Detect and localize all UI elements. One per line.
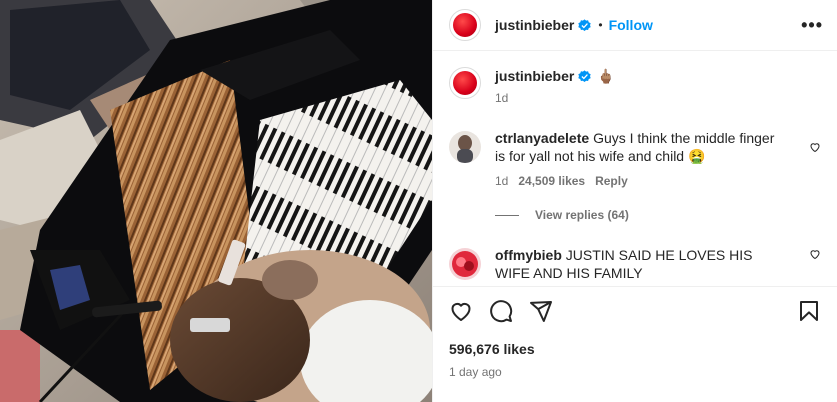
comment-like-heart-icon[interactable] — [809, 248, 821, 260]
comment-meta: 1d 24,509 likes Reply — [495, 174, 821, 188]
caption-username[interactable]: justinbieber — [495, 68, 574, 84]
comment-text-block: ctrlanyadelete Guys I think the middle f… — [495, 129, 783, 165]
comment-item: offmybieb JUSTIN SAID HE LOVES HIS WIFE … — [433, 236, 837, 282]
verified-badge-icon — [578, 18, 592, 31]
caption-avatar[interactable] — [449, 67, 481, 99]
view-replies-label: View replies (64) — [535, 208, 629, 222]
comment-like-heart-icon[interactable] — [809, 141, 821, 153]
instagram-post-view: justinbieber • Follow ••• justinbieber 🖕… — [0, 0, 837, 402]
verified-badge-icon — [578, 69, 592, 82]
comment-text-block: offmybieb JUSTIN SAID HE LOVES HIS WIFE … — [495, 246, 783, 282]
post-action-bar: 596,676 likes 1 day ago — [433, 286, 837, 402]
caption-emoji: 🖕🏽 — [597, 67, 615, 84]
comment-like-count[interactable]: 24,509 likes — [518, 174, 585, 188]
share-icon[interactable] — [529, 299, 553, 323]
commenter-avatar[interactable] — [449, 131, 481, 163]
caption: justinbieber 🖕🏽 1d — [449, 65, 821, 105]
caption-age: 1d — [495, 91, 509, 105]
reply-button[interactable]: Reply — [595, 174, 628, 188]
heart-icon[interactable] — [449, 299, 473, 323]
comment-username[interactable]: ctrlanyadelete — [495, 130, 589, 146]
post-photo[interactable] — [0, 0, 432, 402]
post-timestamp[interactable]: 1 day ago — [449, 365, 821, 379]
bookmark-icon[interactable] — [797, 299, 821, 323]
author-avatar[interactable] — [449, 9, 481, 41]
commenter-avatar-image — [449, 248, 481, 280]
caption-line: justinbieber 🖕🏽 — [495, 65, 821, 87]
caption-body: justinbieber 🖕🏽 1d — [495, 65, 821, 106]
commenter-avatar[interactable] — [449, 248, 481, 280]
avatar-image — [453, 13, 477, 37]
comment-item: ctrlanyadelete Guys I think the middle f… — [449, 129, 821, 188]
piano-photo-illustration — [0, 0, 432, 402]
comment-clip-region: offmybieb JUSTIN SAID HE LOVES HIS WIFE … — [433, 236, 837, 286]
comment-username[interactable]: offmybieb — [495, 247, 562, 263]
post-like-count[interactable]: 596,676 likes — [449, 341, 821, 357]
more-options-icon[interactable]: ••• — [801, 15, 823, 36]
replies-divider-line — [495, 214, 519, 216]
view-replies-button[interactable]: View replies (64) — [495, 208, 821, 222]
follow-button[interactable]: Follow — [609, 17, 653, 33]
comment-body: ctrlanyadelete Guys I think the middle f… — [495, 129, 821, 188]
action-icons — [449, 297, 821, 325]
header-separator: • — [598, 18, 603, 32]
comment-age: 1d — [495, 174, 509, 188]
post-side-panel: justinbieber • Follow ••• justinbieber 🖕… — [432, 0, 837, 402]
comment-icon[interactable] — [489, 299, 513, 323]
comment-body: offmybieb JUSTIN SAID HE LOVES HIS WIFE … — [495, 246, 821, 282]
comments-feed[interactable]: justinbieber 🖕🏽 1d ctrlanyadelete Guys I… — [433, 51, 837, 222]
avatar-image — [453, 71, 477, 95]
author-username[interactable]: justinbieber — [495, 17, 574, 33]
commenter-avatar-image — [449, 131, 481, 163]
post-header: justinbieber • Follow ••• — [433, 0, 837, 51]
